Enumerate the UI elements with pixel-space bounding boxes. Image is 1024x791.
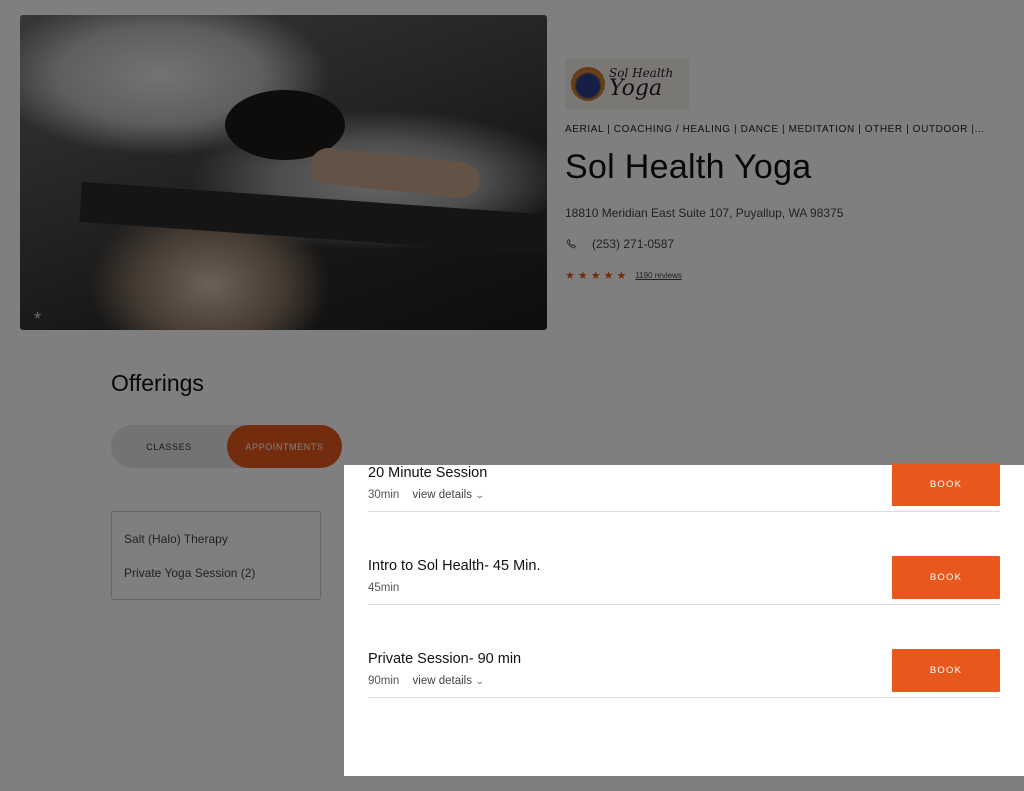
appointment-duration: 90min [368, 675, 400, 687]
book-button[interactable]: BOOK [892, 649, 1000, 692]
studio-name: Sol Health Yoga [565, 148, 812, 186]
studio-address: 18810 Meridian East Suite 107, Puyallup,… [565, 206, 844, 220]
view-details-link[interactable]: view details ⌄ [413, 675, 485, 687]
appointment-title: Private Session- 90 min [368, 651, 522, 667]
book-button[interactable]: BOOK [892, 463, 1000, 506]
appointment-meta: 30min view details ⌄ [368, 489, 485, 501]
appointment-row: Private Session- 90 min 90min view detai… [368, 604, 1000, 698]
category-item-salt-therapy[interactable]: Salt (Halo) Therapy [124, 532, 228, 546]
tab-appointments[interactable]: APPOINTMENTS [227, 425, 342, 468]
studio-logo: Sol Health Yoga [565, 58, 689, 110]
appointment-duration: 45min [368, 582, 400, 594]
phone-icon [566, 238, 576, 248]
sun-logo-icon [571, 67, 605, 101]
offerings-title: Offerings [111, 370, 204, 396]
appointment-duration: 30min [368, 489, 400, 501]
appointment-row: Intro to Sol Health- 45 Min. 45min BOOK [368, 511, 1000, 605]
studio-categories: AERIAL | COACHING / HEALING | DANCE | ME… [565, 124, 985, 135]
studio-phone[interactable]: (253) 271-0587 [565, 237, 674, 251]
appointment-title: Intro to Sol Health- 45 Min. [368, 558, 541, 574]
person-arm [308, 146, 482, 200]
appointment-row: 20 Minute Session 30min view details ⌄ BO… [368, 418, 1000, 512]
hero-image: * [20, 15, 547, 330]
star-icon: ★★★★★ [565, 270, 630, 282]
appointment-meta: 45min [368, 582, 399, 594]
category-item-private-yoga[interactable]: Private Yoga Session (2) [124, 566, 255, 580]
tab-classes[interactable]: CLASSES [111, 425, 227, 468]
view-details-label[interactable]: view details [413, 675, 472, 687]
chevron-down-icon[interactable]: ⌄ [475, 676, 485, 687]
studio-rating: ★★★★★ 1190 reviews [565, 269, 682, 282]
view-details-label[interactable]: view details [413, 489, 472, 501]
appointment-title: 20 Minute Session [368, 465, 488, 481]
hero-overlay-mark: * [34, 309, 42, 329]
logo-text-line2: Yoga [609, 76, 663, 102]
reviews-link[interactable]: 1190 reviews [635, 271, 682, 280]
chevron-down-icon[interactable]: ⌄ [475, 490, 485, 501]
offerings-tab-toggle: CLASSES APPOINTMENTS [111, 425, 342, 468]
appointment-meta: 90min view details ⌄ [368, 675, 485, 687]
yoga-mat [79, 181, 547, 259]
appointment-category-list: Salt (Halo) Therapy Private Yoga Session… [111, 511, 321, 600]
view-details-link[interactable]: view details ⌄ [413, 489, 485, 501]
phone-number[interactable]: (253) 271-0587 [592, 237, 674, 251]
appointment-list-panel: 20 Minute Session 30min view details ⌄ BO… [344, 463, 1024, 776]
book-button[interactable]: BOOK [892, 556, 1000, 599]
